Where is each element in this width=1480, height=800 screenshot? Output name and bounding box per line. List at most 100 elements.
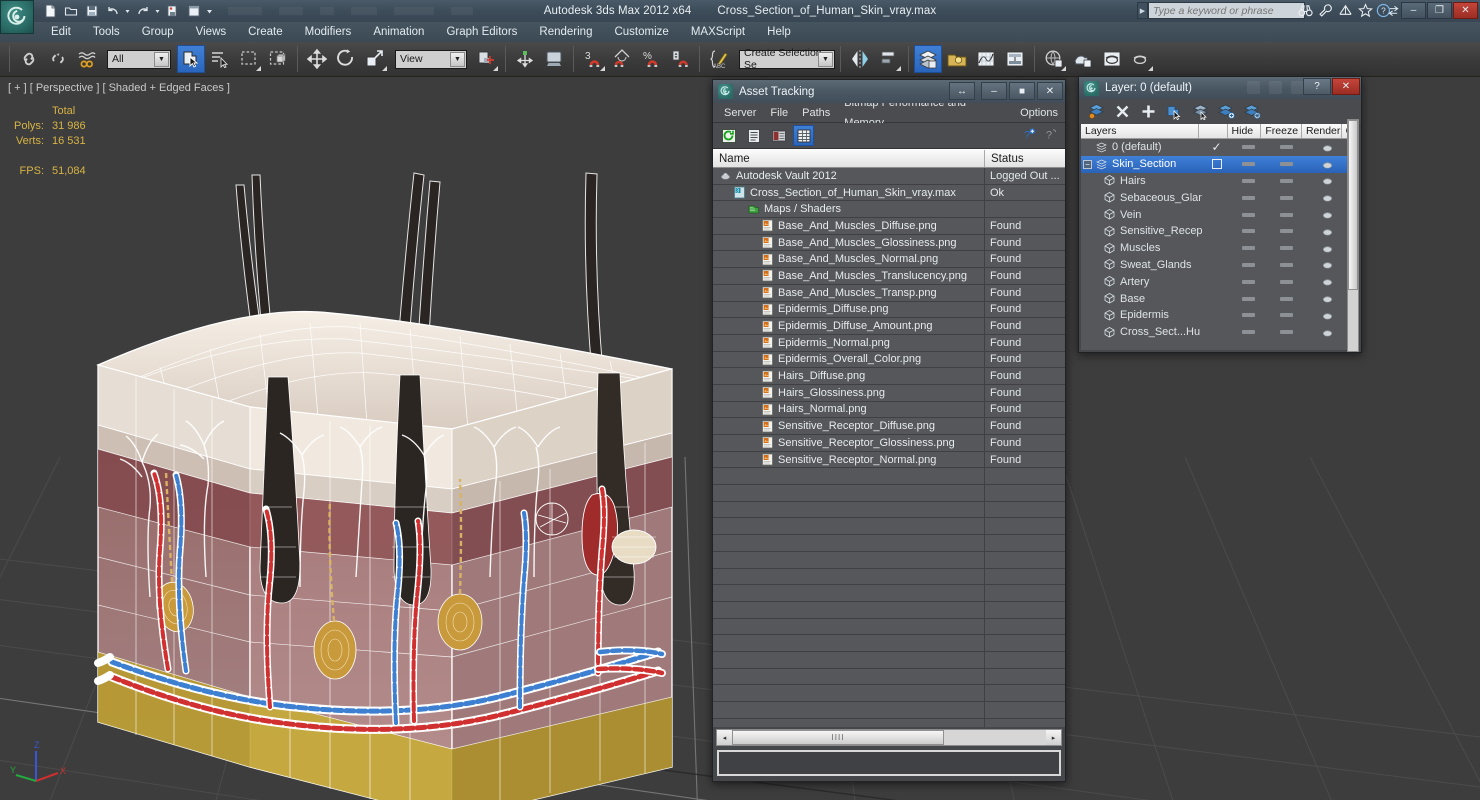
freeze-unfreeze-all-layers-icon[interactable]	[1243, 103, 1261, 121]
asset-tracking-close-button[interactable]: ✕	[1037, 82, 1063, 100]
expander-collapse-icon[interactable]: −	[1083, 159, 1092, 169]
highlight-selected-objects-icon[interactable]	[1191, 103, 1209, 121]
asset-row[interactable]: Sensitive_Receptor_Diffuse.png Found	[713, 418, 1065, 435]
list-view-icon[interactable]	[743, 125, 764, 146]
layer-render-toggle[interactable]	[1308, 175, 1349, 186]
render-production-icon[interactable]	[1098, 45, 1126, 73]
scrollbar-thumb[interactable]: IIII	[732, 730, 944, 745]
asset-row[interactable]: Base_And_Muscles_Normal.png Found	[713, 251, 1065, 269]
layer-freeze-toggle[interactable]	[1266, 145, 1308, 150]
scroll-left-icon[interactable]: ◂	[717, 730, 732, 745]
open-file-icon[interactable]	[61, 2, 80, 21]
asset-tracking-help-group[interactable]: ? ?	[1022, 127, 1059, 145]
layer-freeze-toggle[interactable]	[1266, 313, 1307, 318]
add-selected-objects-icon[interactable]	[1139, 103, 1157, 121]
layer-manager-icon[interactable]	[914, 45, 942, 73]
layer-manager-window-controls[interactable]: ? ✕	[1303, 78, 1360, 95]
asset-row[interactable]: Sensitive_Receptor_Glossiness.png Found	[713, 435, 1065, 452]
layer-render-toggle[interactable]	[1307, 159, 1348, 170]
render-iterative-icon[interactable]	[1127, 45, 1155, 73]
layer-row[interactable]: Sweat_Glands	[1081, 257, 1359, 274]
layer-row[interactable]: Artery	[1081, 273, 1359, 290]
undo-icon[interactable]	[103, 2, 122, 21]
asset-row[interactable]: Base_And_Muscles_Transp.png Found	[713, 284, 1065, 302]
quick-access-toolbar[interactable]	[40, 1, 214, 21]
layer-freeze-toggle[interactable]	[1266, 262, 1307, 267]
undo-dropdown-icon[interactable]	[124, 2, 131, 21]
main-toolbar[interactable]: All ▼ View ▼ 3 % ABC Create Selection Se…	[0, 42, 1480, 77]
use-pivot-point-center-icon[interactable]	[472, 45, 500, 73]
edit-named-selection-sets-icon[interactable]: ABC	[705, 45, 733, 73]
maximize-button[interactable]: ❐	[1427, 2, 1452, 19]
curve-editor-icon[interactable]	[972, 45, 1000, 73]
menu-views[interactable]: Views	[185, 22, 237, 42]
layer-col-render[interactable]: Render	[1302, 124, 1342, 138]
minimize-button[interactable]: –	[1401, 2, 1426, 19]
unlink-selection-icon[interactable]	[44, 45, 72, 73]
layer-row[interactable]: − Skin_Section	[1081, 155, 1359, 173]
column-header-status[interactable]: Status	[985, 150, 1065, 167]
asset-tracking-maximize-button[interactable]: ■	[1009, 82, 1035, 100]
favorites-star-icon[interactable]	[1358, 3, 1373, 21]
asset-tracking-title-bar[interactable]: Asset Tracking ↔ – ■ ✕	[713, 80, 1065, 103]
layer-hide-toggle[interactable]	[1231, 330, 1266, 335]
dock-toggle-button[interactable]: ↔	[949, 82, 975, 100]
percent-snap-toggle-icon[interactable]: %	[637, 45, 665, 73]
asset-tracking-toolbar[interactable]: ? ?	[713, 123, 1065, 149]
asset-tracking-column-headers[interactable]: Name Status	[713, 149, 1065, 168]
layer-freeze-toggle[interactable]	[1266, 330, 1307, 335]
main-menu-bar[interactable]: Edit Tools Group Views Create Modifiers …	[0, 22, 1480, 42]
layer-render-toggle[interactable]	[1307, 142, 1348, 153]
layer-row[interactable]: Muscles	[1081, 240, 1359, 257]
asset-row[interactable]: Epidermis_Diffuse.png Found	[713, 301, 1065, 319]
asset-tracking-window-controls[interactable]: ↔ – ■ ✕	[949, 82, 1063, 100]
save-file-icon[interactable]	[82, 2, 101, 21]
bind-to-space-warp-icon[interactable]	[73, 45, 101, 73]
layer-render-toggle[interactable]	[1308, 192, 1349, 203]
layer-hide-toggle[interactable]	[1231, 229, 1266, 234]
at-menu-paths[interactable]: Paths	[795, 103, 837, 123]
layer-row[interactable]: Vein	[1081, 206, 1359, 223]
layer-hide-toggle[interactable]	[1231, 212, 1266, 217]
layer-render-toggle[interactable]	[1308, 327, 1349, 338]
menu-rendering[interactable]: Rendering	[528, 22, 603, 42]
select-and-link-icon[interactable]	[15, 45, 43, 73]
close-button[interactable]: ✕	[1453, 2, 1478, 19]
asset-tracking-horizontal-scrollbar[interactable]: ◂ IIII ▸	[716, 729, 1062, 746]
layer-row[interactable]: Sensitive_Recep	[1081, 223, 1359, 240]
application-menu-button[interactable]	[0, 0, 34, 34]
menu-help[interactable]: Help	[756, 22, 802, 42]
layer-render-toggle[interactable]	[1308, 209, 1349, 220]
scroll-right-icon[interactable]: ▸	[1046, 730, 1061, 745]
asset-row[interactable]: Base_And_Muscles_Glossiness.png Found	[713, 234, 1065, 252]
layer-render-toggle[interactable]	[1308, 293, 1349, 304]
layer-freeze-toggle[interactable]	[1266, 212, 1307, 217]
menu-modifiers[interactable]: Modifiers	[294, 22, 363, 42]
layer-close-button[interactable]: ✕	[1332, 78, 1360, 95]
help-icon[interactable]: ?	[1376, 3, 1400, 21]
chevron-down-icon[interactable]: ▼	[450, 51, 465, 67]
select-and-uniform-scale-icon[interactable]	[361, 45, 389, 73]
asset-row[interactable]: Base_And_Muscles_Diffuse.png Found	[713, 218, 1065, 235]
delete-layer-icon[interactable]	[1113, 103, 1131, 121]
path-view-icon[interactable]	[768, 125, 789, 146]
select-and-rotate-icon[interactable]	[332, 45, 360, 73]
asset-row[interactable]: Maps / Shaders	[713, 201, 1065, 219]
chevron-down-icon[interactable]: ▼	[154, 51, 169, 67]
window-controls[interactable]: – ❐ ✕	[1401, 2, 1478, 19]
layer-row[interactable]: Base	[1081, 290, 1359, 307]
rectangular-selection-region-icon[interactable]	[235, 45, 263, 73]
at-menu-file[interactable]: File	[763, 103, 795, 123]
menu-edit[interactable]: Edit	[40, 22, 82, 42]
layer-row[interactable]: Hairs	[1081, 173, 1359, 190]
layer-render-toggle[interactable]	[1308, 310, 1349, 321]
layer-col-current[interactable]	[1199, 124, 1228, 138]
layer-hide-toggle[interactable]	[1231, 246, 1266, 251]
layer-render-toggle[interactable]	[1308, 276, 1349, 287]
layer-hide-toggle[interactable]	[1231, 178, 1266, 183]
layer-hide-toggle[interactable]	[1231, 195, 1266, 200]
select-objects-in-layer-icon[interactable]	[1165, 103, 1183, 121]
menu-tools[interactable]: Tools	[82, 22, 131, 42]
chevron-down-icon[interactable]: ▼	[818, 51, 833, 67]
menu-maxscript[interactable]: MAXScript	[680, 22, 756, 42]
